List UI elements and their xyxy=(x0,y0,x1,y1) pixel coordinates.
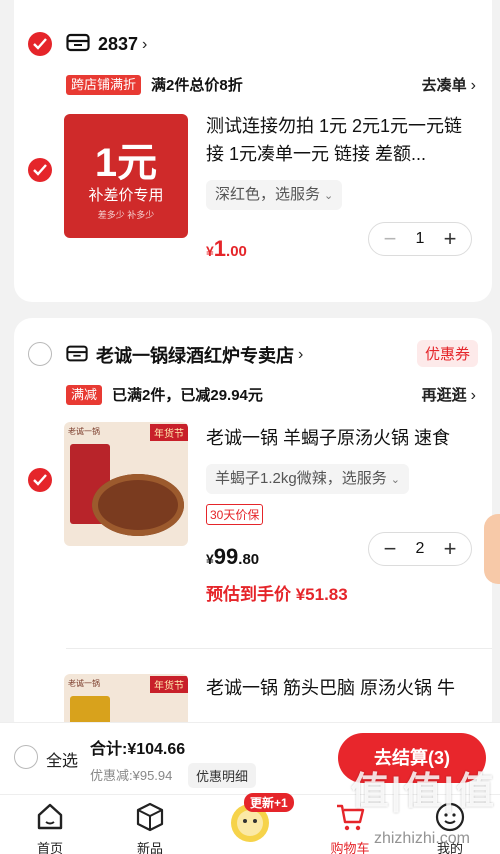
thumb-festival-label: 年货节 xyxy=(150,676,188,693)
product-title[interactable]: 老诚一锅 筋头巴脑 原汤火锅 牛 xyxy=(206,674,474,702)
chevron-right-icon: › xyxy=(470,77,476,94)
spec-selector[interactable]: 羊蝎子1.2kg微辣，选服务 ⌄ xyxy=(206,464,409,494)
tab-label: 新品 xyxy=(136,841,163,854)
tab-home[interactable]: 首页 xyxy=(0,795,100,854)
product-image[interactable]: 老诚一锅 年货节 xyxy=(64,422,188,546)
thumb-note: 差多少 补多少 xyxy=(97,210,155,220)
spec-text: 羊蝎子1.2kg微辣，选服务 xyxy=(215,470,387,487)
store-name: 老诚一锅绿酒红炉专卖店 xyxy=(96,346,294,366)
browse-more-link[interactable]: 再逛逛 › xyxy=(422,384,476,405)
tab-new[interactable]: 新品 xyxy=(100,795,200,854)
watermark-url: zhizhizhi.com xyxy=(373,830,470,847)
check-icon xyxy=(33,474,47,486)
thumb-pot-art xyxy=(92,474,184,536)
chevron-right-icon: › xyxy=(470,387,476,404)
chevron-down-icon: ⌄ xyxy=(390,474,400,486)
store-checkbox[interactable] xyxy=(28,342,52,366)
product-price: ¥1.00 xyxy=(206,236,247,262)
chevron-right-icon: › xyxy=(142,35,148,53)
browse-more-label: 再逛逛 xyxy=(421,387,467,404)
check-icon xyxy=(33,164,47,176)
plus-button[interactable]: + xyxy=(441,228,459,250)
item-checkbox[interactable] xyxy=(28,468,52,492)
promo-tag: 满减 xyxy=(66,384,103,405)
quantity-stepper: − 2 + xyxy=(368,532,472,566)
store-card-laocheng: 老诚一锅绿酒红炉专卖店 › 优惠券 满减 已满2件，已减29.94元 再逛逛 › … xyxy=(14,318,492,738)
plus-button[interactable]: + xyxy=(441,538,459,560)
store-icon xyxy=(66,343,88,368)
quantity-value[interactable]: 1 xyxy=(416,230,425,248)
coupon-button[interactable]: 优惠券 xyxy=(416,340,478,367)
product-price: ¥99.80 xyxy=(206,544,259,570)
thumb-festival-label: 年货节 xyxy=(150,424,188,441)
tab-promo[interactable]: 更新+1 xyxy=(200,793,300,854)
store-card-2837: 2837 › 跨店铺满折 满2件总价8折 去凑单 › 1元 补差价专用 差多少 补… xyxy=(14,0,492,302)
watermark: 值|值|值 xyxy=(350,771,496,813)
chevron-right-icon: › xyxy=(298,346,304,363)
price-currency: ¥ xyxy=(206,551,214,567)
spec-selector[interactable]: 深红色，选服务 ⌄ xyxy=(206,180,343,210)
total-price: 合计:¥104.66 xyxy=(90,741,186,758)
spec-text: 深红色，选服务 xyxy=(215,186,321,203)
price-decimal: .00 xyxy=(226,243,247,260)
side-float-widget[interactable] xyxy=(484,514,500,584)
promo-row: 跨店铺满折 满2件总价8折 去凑单 › xyxy=(66,74,476,95)
price-integer: 99 xyxy=(213,544,239,569)
update-badge: 更新+1 xyxy=(244,793,294,812)
add-items-label: 去凑单 xyxy=(421,77,467,94)
price-guarantee-badge: 30天价保 xyxy=(206,504,264,525)
price-integer: 1 xyxy=(213,236,227,261)
thumb-big-text: 1元 xyxy=(94,141,158,185)
minus-button[interactable]: − xyxy=(381,538,399,560)
thumb-sub-text: 补差价专用 xyxy=(88,187,164,204)
promo-tag: 跨店铺满折 xyxy=(66,74,142,95)
product-image[interactable]: 1元 补差价专用 差多少 补多少 xyxy=(64,114,188,238)
discount-amount: 优惠减:¥95.94 xyxy=(90,768,173,783)
thumb-brand: 老诚一锅 xyxy=(68,679,100,688)
store-icon xyxy=(66,32,90,57)
promo-text: 满2件总价8折 xyxy=(151,77,243,94)
estimated-price: 预估到手价 ¥51.83 xyxy=(206,585,348,604)
item-divider xyxy=(66,648,492,649)
product-title[interactable]: 老诚一锅 羊蝎子原汤火锅 速食 xyxy=(206,424,474,452)
cube-icon xyxy=(136,802,164,832)
price-currency: ¥ xyxy=(206,243,214,259)
store-header[interactable]: 2837 › xyxy=(66,32,147,57)
tab-label: 首页 xyxy=(36,841,63,854)
quantity-stepper: − 1 + xyxy=(368,222,472,256)
store-checkbox[interactable] xyxy=(28,32,52,56)
promo-row: 满减 已满2件，已减29.94元 再逛逛 › xyxy=(66,384,476,405)
promo-text: 已满2件，已减29.94元 xyxy=(112,387,263,404)
check-icon xyxy=(33,38,47,50)
discount-detail-button[interactable]: 优惠明细 xyxy=(188,763,257,788)
add-items-link[interactable]: 去凑单 › xyxy=(422,74,476,95)
select-all-label[interactable]: 全选 xyxy=(46,747,78,771)
home-icon xyxy=(37,803,63,830)
minus-button[interactable]: − xyxy=(381,228,399,250)
product-title[interactable]: 测试连接勿拍 1元 2元1元一元链接 1元凑单一元 链接 差额... xyxy=(206,112,474,168)
store-header[interactable]: 老诚一锅绿酒红炉专卖店 › xyxy=(66,342,303,368)
chevron-down-icon: ⌄ xyxy=(324,190,334,202)
price-decimal: .80 xyxy=(238,551,260,568)
quantity-value[interactable]: 2 xyxy=(416,540,425,558)
item-checkbox[interactable] xyxy=(28,158,52,182)
store-name: 2837 xyxy=(98,34,139,54)
thumb-brand: 老诚一锅 xyxy=(68,427,100,436)
select-all-checkbox[interactable] xyxy=(14,745,38,769)
